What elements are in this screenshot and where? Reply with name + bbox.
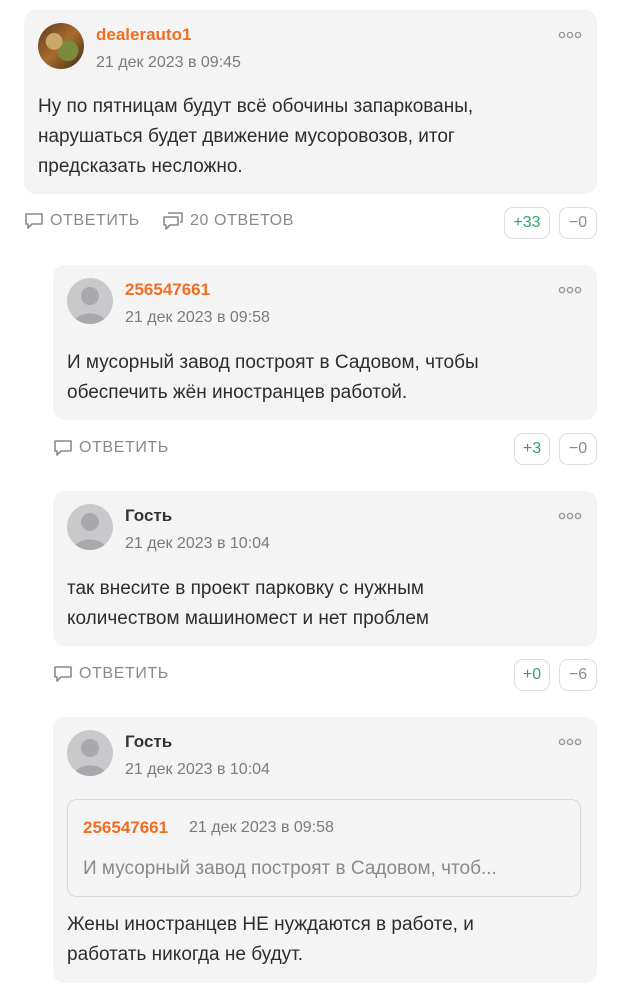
downvote-button[interactable]: −6	[559, 659, 597, 691]
speech-bubble-icon	[54, 440, 72, 456]
comment-author[interactable]: Гость	[125, 732, 172, 752]
upvote-button[interactable]: +33	[504, 207, 550, 239]
user-placeholder-icon	[74, 739, 106, 776]
avatar[interactable]	[67, 278, 113, 324]
comment-card: Гость 21 дек 2023 в 10:04 256547661 21 д…	[53, 717, 597, 983]
comment-author[interactable]: Гость	[125, 506, 172, 526]
comment-text: И мусорный завод построят в Садовом, что…	[67, 348, 479, 408]
comment-text-line: работать никогда не будут.	[67, 944, 304, 965]
quoted-author[interactable]: 256547661	[83, 818, 168, 838]
comment-date: 21 дек 2023 в 09:58	[125, 309, 270, 326]
upvote-button[interactable]: +3	[514, 433, 550, 465]
speech-bubble-icon	[54, 666, 72, 682]
comment-text-line: количеством машиномест и нет проблем	[67, 608, 429, 629]
comment-text-line: И мусорный завод построят в Садовом, что…	[67, 352, 479, 373]
comment-text-line: так внесите в проект парковку с нужным	[67, 578, 424, 599]
reply-label: ОТВЕТИТЬ	[50, 212, 140, 229]
comment-text: Жены иностранцев НЕ нуждаются в работе, …	[67, 910, 474, 970]
comment-card: Гость 21 дек 2023 в 10:04 так внесите в …	[53, 491, 597, 646]
downvote-button[interactable]: −0	[559, 207, 597, 239]
reply-button[interactable]: ОТВЕТИТЬ	[24, 212, 140, 230]
more-options-icon[interactable]	[558, 31, 582, 39]
comment-text-line: Ну по пятницам будут всё обочины запарко…	[38, 96, 474, 117]
reply-label: ОТВЕТИТЬ	[79, 439, 169, 456]
quoted-comment[interactable]: 256547661 21 дек 2023 в 09:58 И мусорный…	[67, 799, 581, 897]
comment-text-line: Жены иностранцев НЕ нуждаются в работе, …	[67, 914, 474, 935]
comment-card: dealerauto1 21 дек 2023 в 09:45 Ну по пя…	[24, 10, 597, 194]
more-options-icon[interactable]	[558, 738, 582, 746]
comment-text-line: предсказать несложно.	[38, 156, 243, 177]
comment-text: Ну по пятницам будут всё обочины запарко…	[38, 92, 473, 182]
reply-button[interactable]: ОТВЕТИТЬ	[53, 665, 169, 683]
replies-label: 20 ОТВЕТОВ	[190, 212, 294, 229]
user-placeholder-icon	[74, 287, 106, 324]
comment-text: так внесите в проект парковку с нужным к…	[67, 574, 429, 634]
reply-button[interactable]: ОТВЕТИТЬ	[53, 439, 169, 457]
comment-date: 21 дек 2023 в 10:04	[125, 535, 270, 552]
comment-date: 21 дек 2023 в 09:45	[96, 54, 241, 71]
comment-text-line: нарушаться будет движение мусоровозов, и…	[38, 126, 455, 147]
speech-bubble-icon	[25, 213, 43, 229]
more-options-icon[interactable]	[558, 286, 582, 294]
comment-date: 21 дек 2023 в 10:04	[125, 761, 270, 778]
avatar[interactable]	[38, 23, 84, 69]
comment-text-line: обеспечить жён иностранцев работой.	[67, 382, 408, 403]
avatar[interactable]	[67, 730, 113, 776]
more-options-icon[interactable]	[558, 512, 582, 520]
replies-button[interactable]: 20 ОТВЕТОВ	[162, 212, 294, 230]
comment-author[interactable]: dealerauto1	[96, 25, 191, 45]
upvote-button[interactable]: +0	[514, 659, 550, 691]
comment-card: 256547661 21 дек 2023 в 09:58 И мусорный…	[53, 265, 597, 420]
comment-author[interactable]: 256547661	[125, 280, 210, 300]
user-placeholder-icon	[74, 513, 106, 550]
quoted-text: И мусорный завод построят в Садовом, что…	[83, 858, 497, 879]
reply-label: ОТВЕТИТЬ	[79, 665, 169, 682]
quoted-date: 21 дек 2023 в 09:58	[189, 819, 334, 836]
downvote-button[interactable]: −0	[559, 433, 597, 465]
double-speech-bubble-icon	[163, 212, 183, 230]
avatar[interactable]	[67, 504, 113, 550]
